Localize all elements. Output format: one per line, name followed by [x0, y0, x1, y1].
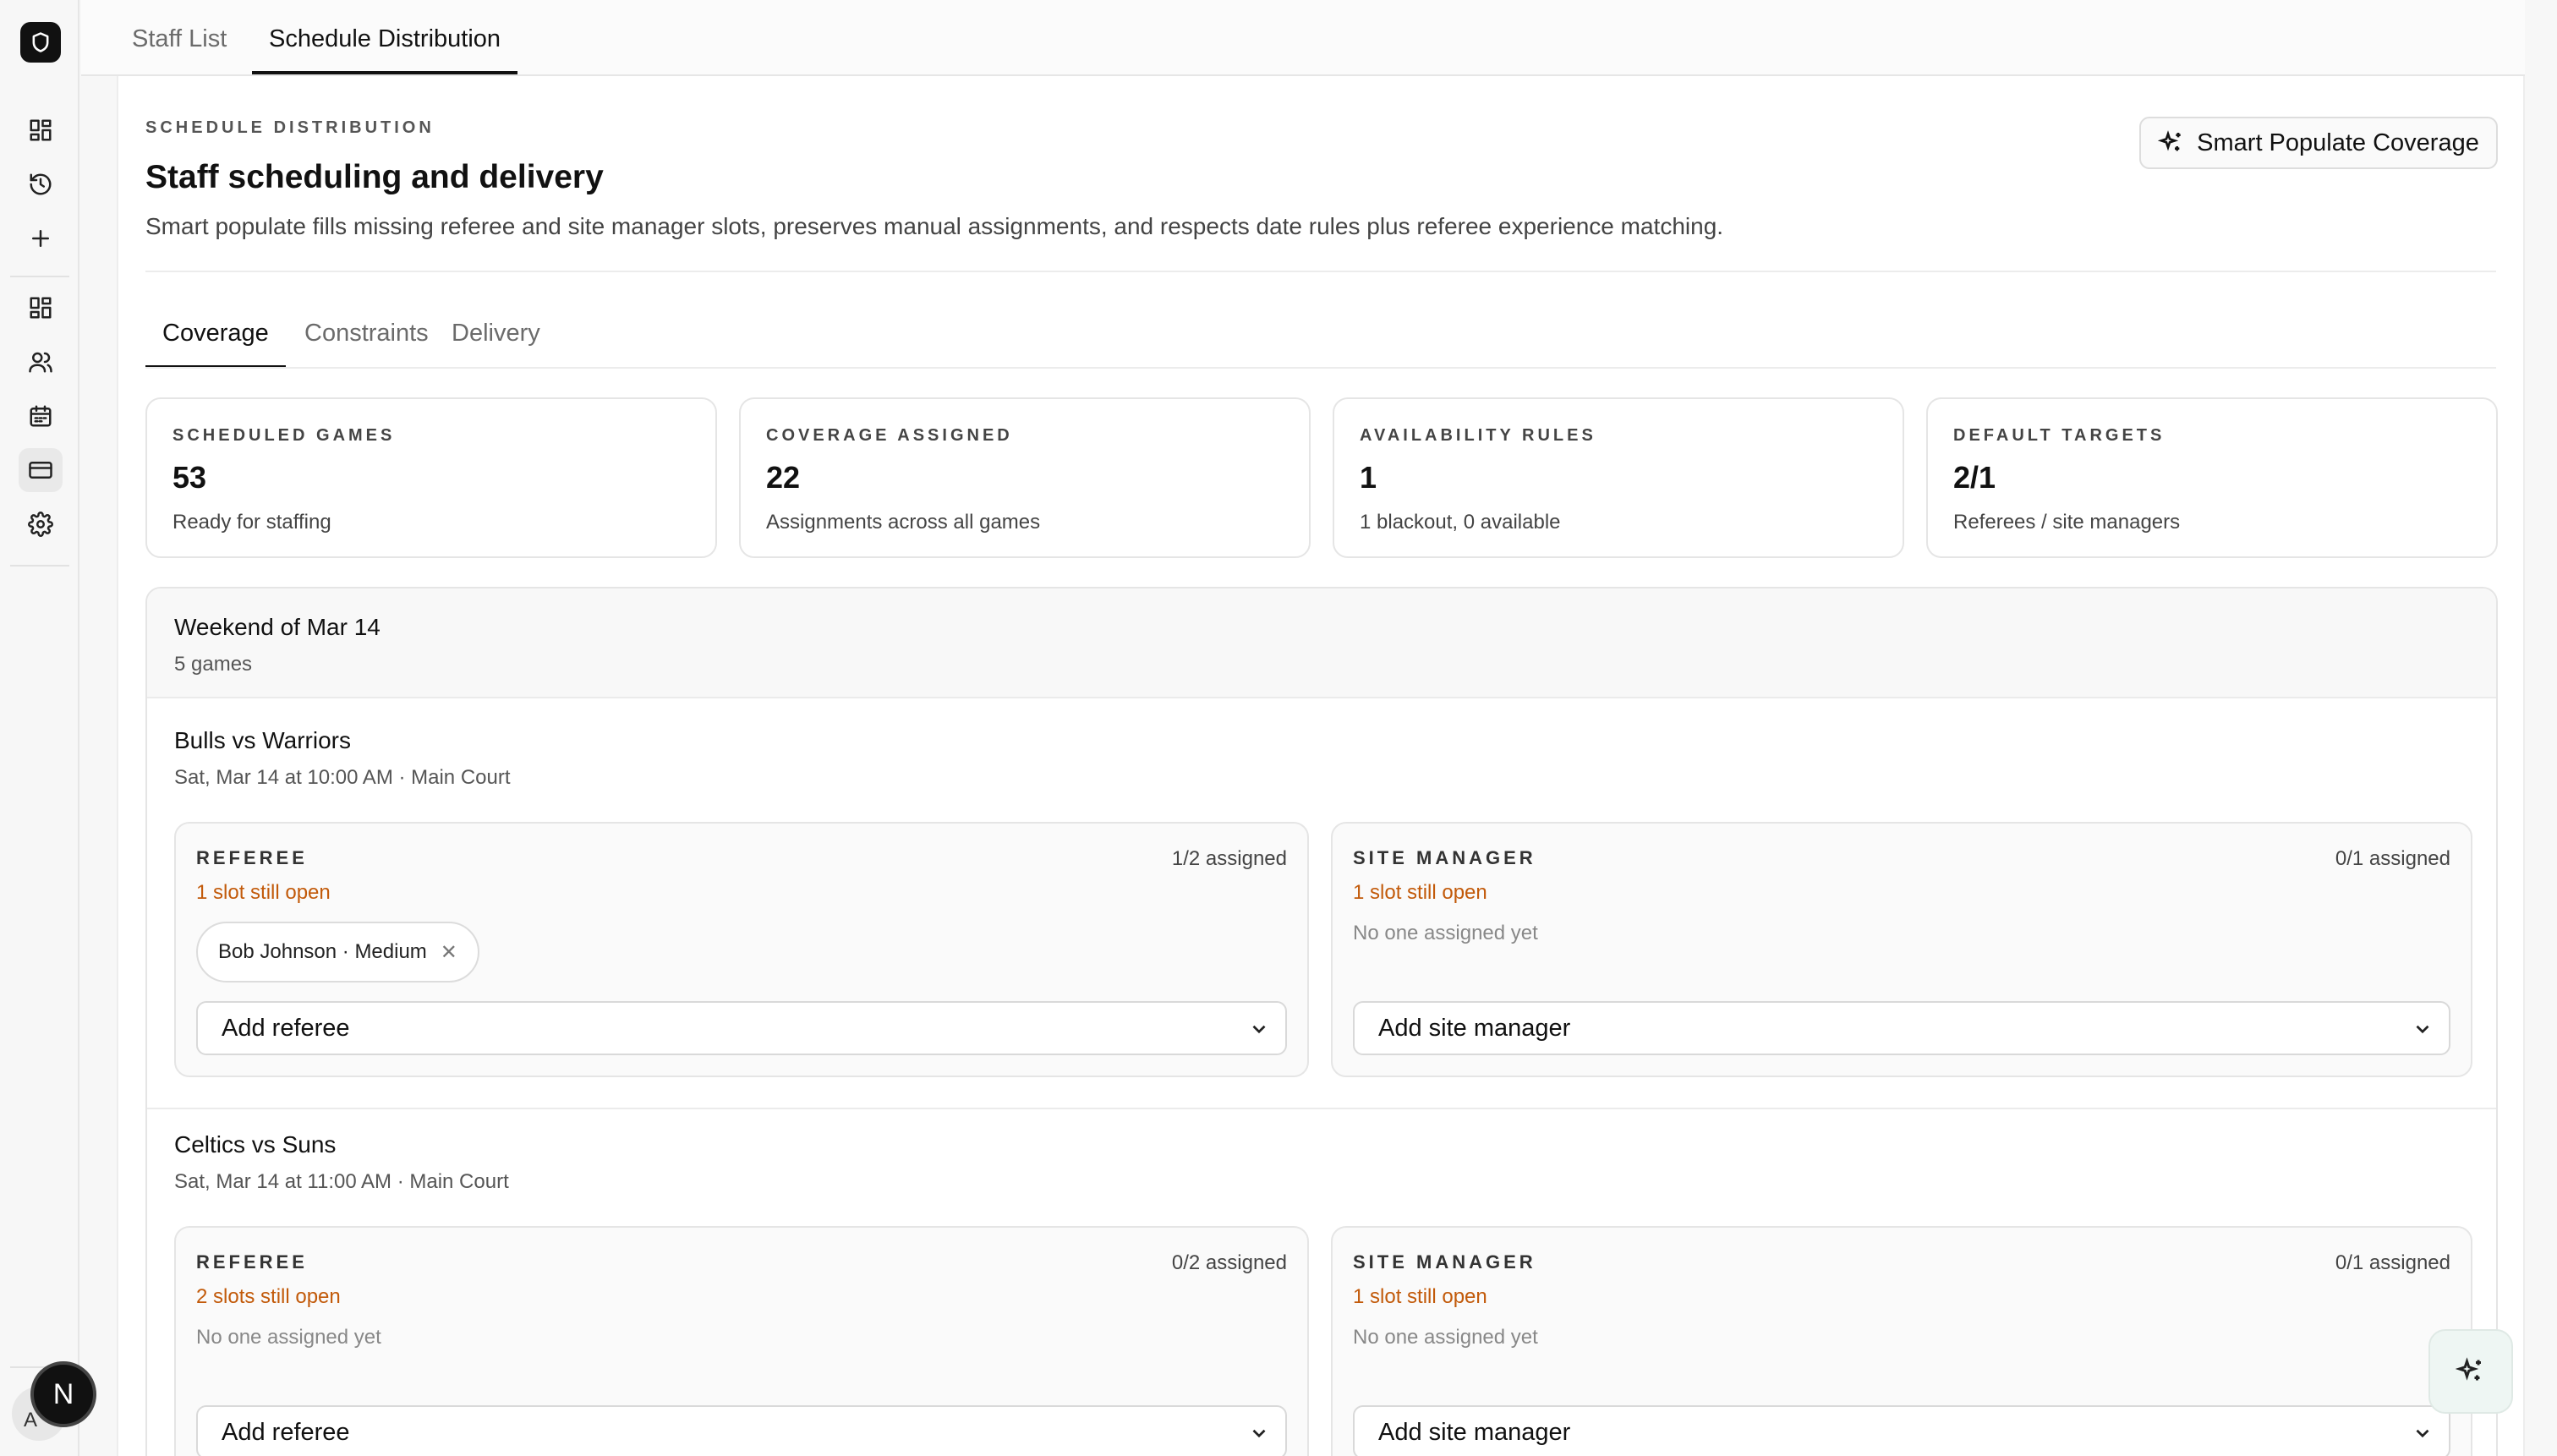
sidebar-item-history[interactable] [19, 162, 63, 206]
divider [145, 367, 2496, 369]
game-title: Celtics vs Suns [174, 1131, 337, 1158]
no-assignment-text: No one assigned yet [1353, 922, 1538, 944]
sidebar-item-dashboard[interactable] [19, 108, 63, 152]
chevron-down-icon [1248, 1422, 1270, 1444]
tab-delivery[interactable]: Delivery [452, 320, 540, 369]
open-slots: 1 slot still open [1353, 1285, 1487, 1308]
role-label: SITE MANAGER [1353, 1251, 1536, 1273]
sidebar-item-overview[interactable] [19, 286, 63, 330]
tab-coverage[interactable]: Coverage [145, 320, 286, 369]
close-icon[interactable]: ✕ [441, 940, 457, 965]
stat-value: 1 [1360, 460, 1377, 495]
role-label: SITE MANAGER [1353, 847, 1536, 868]
sidebar-divider [10, 276, 69, 277]
grid-icon [30, 297, 52, 319]
select-value: Add referee [222, 1418, 350, 1446]
stat-sub: Assignments across all games [766, 511, 1041, 534]
sidebar-item-calendar[interactable] [19, 394, 63, 438]
chevron-down-icon [2412, 1018, 2434, 1040]
tab-constraints[interactable]: Constraints [304, 320, 429, 369]
stat-sub: 1 blackout, 0 available [1360, 511, 1561, 534]
select-value: Add site manager [1378, 1418, 1571, 1446]
site-manager-panel: SITE MANAGER 0/1 assigned 1 slot still o… [1331, 822, 2472, 1077]
game-details: Sat, Mar 14 at 10:00 AM · Main Court [174, 766, 511, 789]
sidebar-divider [10, 565, 69, 567]
stat-sub: Referees / site managers [1953, 511, 2181, 534]
calendar-icon [30, 405, 52, 427]
top-tab-bar: Staff List Schedule Distribution [81, 0, 2525, 76]
stat-card-scheduled-games: SCHEDULED GAMES 53 Ready for staffing [145, 397, 717, 558]
sidebar-item-add[interactable] [19, 216, 63, 260]
stat-sub: Ready for staffing [172, 511, 331, 534]
role-count: 1/2 assigned [1171, 847, 1287, 870]
no-assignment-text: No one assigned yet [1353, 1326, 1538, 1349]
smart-populate-button[interactable]: Smart Populate Coverage [2139, 117, 2498, 169]
smart-populate-label: Smart Populate Coverage [2197, 129, 2479, 156]
chevron-down-icon [2412, 1422, 2434, 1444]
history-icon [30, 173, 52, 195]
no-assignment-text: No one assigned yet [196, 1326, 381, 1349]
page-description: Smart populate fills missing referee and… [145, 213, 1724, 239]
shield-icon [32, 32, 49, 52]
divider [145, 271, 2496, 272]
sidebar-item-staff[interactable] [19, 340, 63, 384]
dashboard-icon [30, 119, 52, 141]
sidebar-item-billing[interactable] [19, 448, 63, 492]
sparkles-icon [2456, 1357, 2481, 1381]
gear-icon [28, 512, 53, 537]
tab-staff-list[interactable]: Staff List [132, 25, 227, 74]
stat-value: 53 [172, 460, 207, 495]
weekend-header: Weekend of Mar 14 5 games [147, 588, 2496, 698]
open-slots: 2 slots still open [196, 1285, 341, 1308]
role-count: 0/1 assigned [2335, 1251, 2450, 1274]
add-site-manager-select[interactable]: Add site manager [1353, 1405, 2450, 1456]
weekend-title: Weekend of Mar 14 [174, 614, 381, 640]
assistant-fab[interactable] [2428, 1329, 2513, 1414]
weekend-group: Weekend of Mar 14 5 games Bulls vs Warri… [145, 587, 2498, 1456]
select-value: Add site manager [1378, 1014, 1571, 1042]
role-label: REFEREE [196, 1251, 308, 1273]
chip-label: Bob Johnson · Medium [218, 940, 427, 963]
stat-label: COVERAGE ASSIGNED [766, 426, 1013, 445]
game-details: Sat, Mar 14 at 11:00 AM · Main Court [174, 1170, 509, 1193]
stat-value: 22 [766, 460, 801, 495]
select-value: Add referee [222, 1014, 350, 1042]
stat-value: 2/1 [1953, 460, 1996, 495]
add-referee-select[interactable]: Add referee [196, 1405, 1287, 1456]
add-referee-select[interactable]: Add referee [196, 1001, 1287, 1055]
chevron-down-icon [1248, 1018, 1270, 1040]
plus-icon [32, 230, 49, 247]
referee-panel: REFEREE 1/2 assigned 1 slot still open B… [174, 822, 1309, 1077]
stat-label: AVAILABILITY RULES [1360, 426, 1596, 445]
role-count: 0/1 assigned [2335, 847, 2450, 870]
stat-card-availability-rules: AVAILABILITY RULES 1 1 blackout, 0 avail… [1333, 397, 1904, 558]
stat-card-default-targets: DEFAULT TARGETS 2/1 Referees / site mana… [1926, 397, 2498, 558]
sidebar-item-settings[interactable] [19, 502, 63, 546]
stat-card-coverage-assigned: COVERAGE ASSIGNED 22 Assignments across … [739, 397, 1311, 558]
n-badge[interactable]: N [30, 1361, 96, 1427]
sparkles-icon [2158, 130, 2181, 151]
weekend-game-count: 5 games [174, 653, 253, 676]
game-separator [147, 1108, 2496, 1109]
open-slots: 1 slot still open [1353, 881, 1487, 904]
assigned-chip: Bob Johnson · Medium ✕ [196, 922, 479, 983]
main-panel: SCHEDULE DISTRIBUTION Staff scheduling a… [117, 76, 2525, 1456]
page-title: Staff scheduling and delivery [145, 159, 604, 195]
open-slots: 1 slot still open [196, 881, 331, 904]
section-eyebrow: SCHEDULE DISTRIBUTION [145, 118, 435, 137]
app-logo[interactable] [20, 22, 61, 63]
sidebar: A N [0, 0, 96, 1456]
referee-panel: REFEREE 0/2 assigned 2 slots still open … [174, 1226, 1309, 1456]
game-title: Bulls vs Warriors [174, 727, 351, 753]
stat-label: SCHEDULED GAMES [172, 426, 396, 445]
credit-card-icon [29, 462, 52, 479]
tab-schedule-distribution[interactable]: Schedule Distribution [252, 25, 518, 74]
badge-text: N [52, 1377, 74, 1410]
stat-label: DEFAULT TARGETS [1953, 426, 2166, 445]
role-count: 0/2 assigned [1171, 1251, 1287, 1274]
role-label: REFEREE [196, 847, 308, 868]
users-icon [29, 352, 52, 373]
add-site-manager-select[interactable]: Add site manager [1353, 1001, 2450, 1055]
site-manager-panel: SITE MANAGER 0/1 assigned 1 slot still o… [1331, 1226, 2472, 1456]
